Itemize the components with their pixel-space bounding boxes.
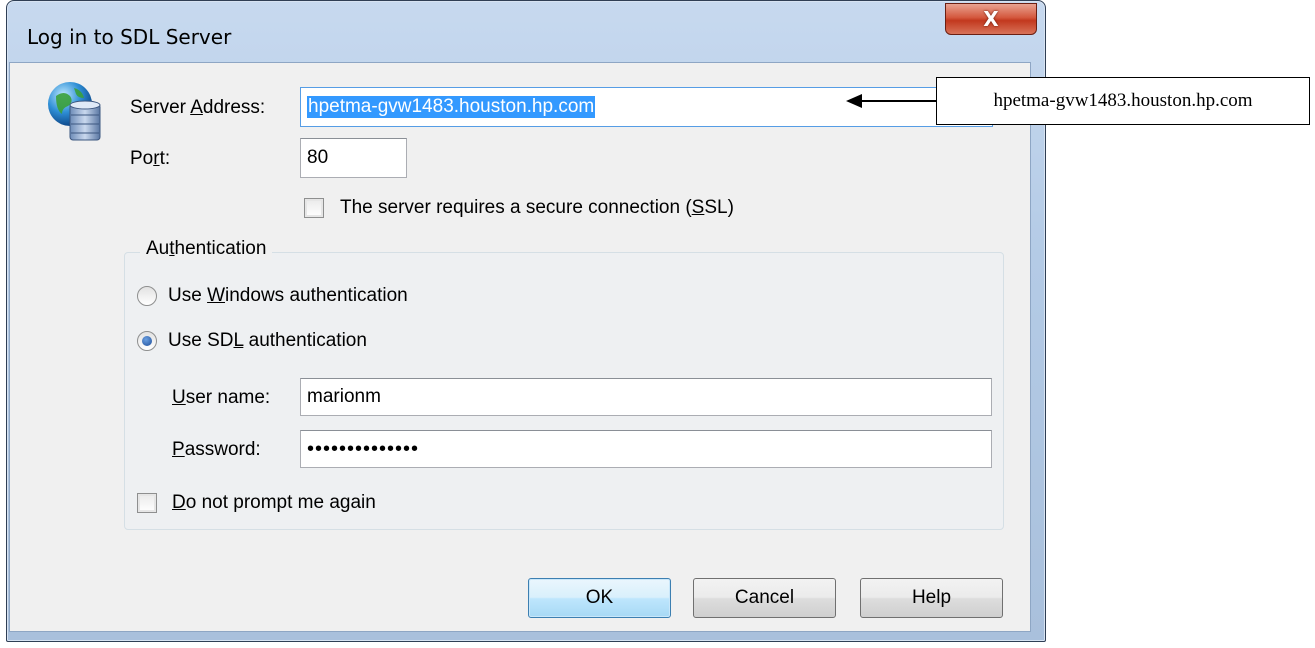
port-input[interactable]: 80 xyxy=(300,138,407,178)
close-icon: X xyxy=(983,7,999,31)
username-input[interactable]: marionm xyxy=(300,378,992,416)
windows-auth-label[interactable]: Use Windows authentication xyxy=(168,285,408,307)
ssl-checkbox[interactable] xyxy=(304,198,324,218)
server-globe-icon xyxy=(48,82,101,141)
help-button[interactable]: Help xyxy=(860,578,1003,618)
port-value: 80 xyxy=(307,147,329,168)
password-label: Password: xyxy=(172,439,261,460)
callout-arrow-icon xyxy=(846,94,938,108)
ssl-label[interactable]: The server requires a secure connection … xyxy=(340,197,734,219)
password-value: •••••••••••••• xyxy=(307,437,420,460)
server-address-callout: hpetma-gvw1483.houston.hp.com xyxy=(936,77,1310,125)
close-button[interactable]: X xyxy=(945,3,1037,35)
ok-button[interactable]: OK xyxy=(528,578,671,618)
server-address-value: hpetma-gvw1483.houston.hp.com xyxy=(307,96,596,118)
username-label: User name: xyxy=(172,387,271,408)
port-label: Port: xyxy=(130,148,171,169)
cancel-button[interactable]: Cancel xyxy=(693,578,836,618)
windows-auth-radio[interactable] xyxy=(137,286,157,306)
do-not-prompt-label[interactable]: Do not prompt me again xyxy=(172,492,376,514)
password-input[interactable]: •••••••••••••• xyxy=(300,430,992,468)
username-value: marionm xyxy=(307,386,381,407)
do-not-prompt-checkbox[interactable] xyxy=(137,493,157,513)
sdl-auth-radio[interactable] xyxy=(137,331,157,351)
dialog-title: Log in to SDL Server xyxy=(27,25,232,49)
sdl-auth-label[interactable]: Use SDL authentication xyxy=(168,330,367,352)
server-address-label: Server Address: xyxy=(130,97,266,118)
authentication-group-title: Authentication xyxy=(140,238,273,260)
